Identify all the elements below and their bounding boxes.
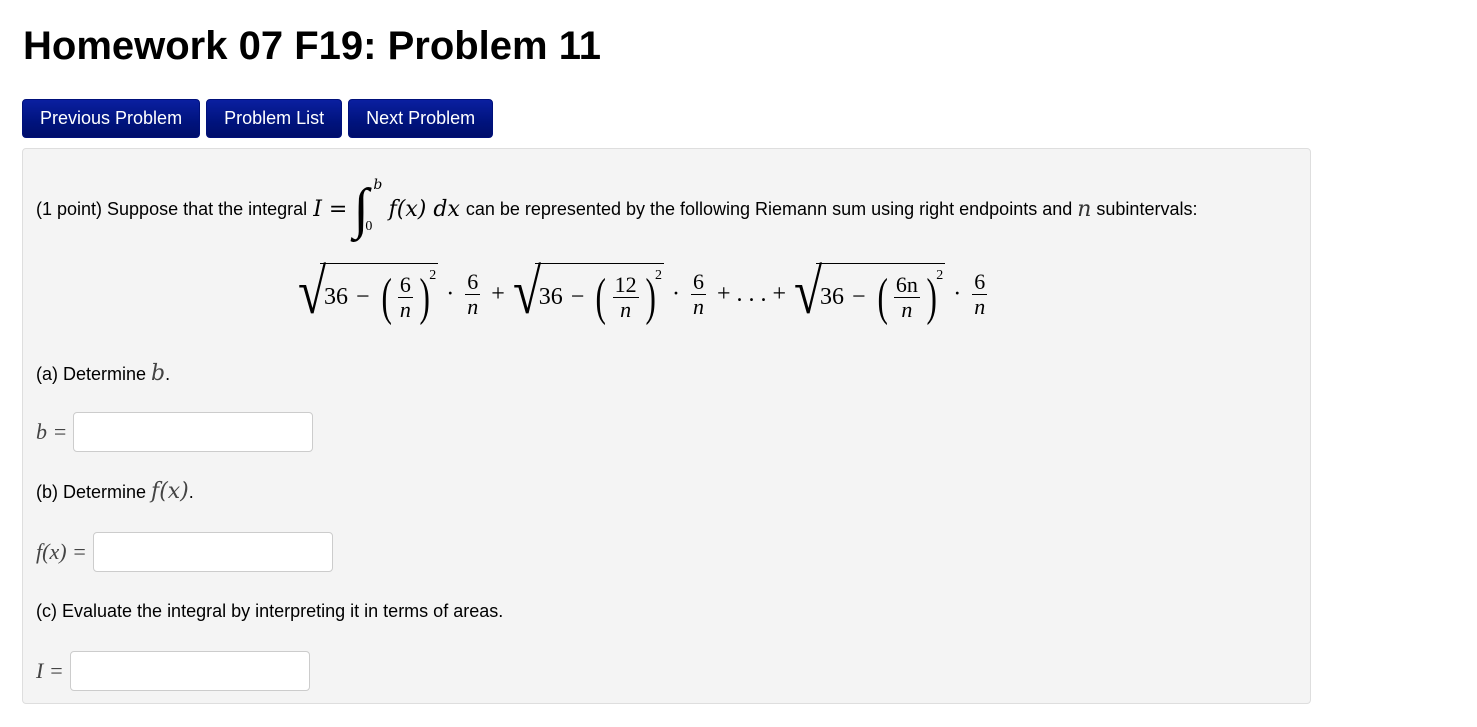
page-title: Homework 07 F19: Problem 11	[23, 24, 602, 68]
part-a-prompt: (a) Determine b.	[36, 361, 170, 386]
integral-upper-limit: b	[373, 177, 383, 193]
intro-middle: can be represented by the following Riem…	[465, 198, 1073, 219]
part-a-answer-row: b =	[36, 412, 314, 452]
fraction: 6 n	[397, 272, 413, 322]
numerator: 6n	[893, 272, 920, 298]
right-paren: )	[419, 268, 430, 326]
problem-navigation: Previous Problem Problem List Next Probl…	[22, 99, 494, 138]
square-root-icon: √	[794, 255, 823, 327]
denominator: n	[974, 293, 986, 319]
exponent: 2	[936, 267, 944, 283]
term-constant: 36	[820, 284, 845, 310]
denominator: n	[399, 297, 411, 322]
delta-x-fraction: 6 n	[690, 268, 706, 319]
dot-operator: ·	[953, 280, 962, 307]
riemann-term-n: √ 36 − ( 6n n ) 2	[794, 256, 946, 326]
ellipsis: + . . . +	[716, 280, 787, 307]
left-paren: (	[381, 268, 392, 326]
numerator: 6	[465, 268, 481, 295]
minus-sign: −	[356, 284, 370, 310]
part-c-answer-row: I =	[36, 651, 310, 691]
right-paren: )	[926, 268, 937, 326]
part-a-variable: b	[151, 361, 166, 386]
integral-lower-limit: 0	[365, 219, 373, 234]
plus-sign: +	[491, 280, 505, 307]
dot-operator: ·	[446, 280, 455, 307]
denominator: n	[620, 297, 632, 322]
part-b-label: (b) Determine	[36, 482, 147, 502]
fraction: 6n n	[893, 272, 920, 322]
term-constant: 36	[538, 284, 563, 310]
term-constant: 36	[324, 284, 348, 310]
delta-x-fraction: 6 n	[465, 268, 481, 319]
problem-statement: (1 point) Suppose that the integral I = …	[36, 177, 1198, 239]
part-a-answer-label: b =	[36, 419, 68, 444]
part-b-answer-row: f(x) =	[36, 532, 333, 572]
previous-problem-button[interactable]: Previous Problem	[22, 99, 201, 138]
intro-prefix: (1 point) Suppose that the integral	[36, 198, 308, 219]
dot-operator: ·	[671, 280, 680, 307]
problem-panel: (1 point) Suppose that the integral I = …	[22, 148, 1311, 704]
left-paren: (	[595, 268, 607, 326]
problem-list-button[interactable]: Problem List	[206, 99, 343, 138]
n-symbol: n	[1077, 196, 1092, 222]
denominator: n	[467, 293, 479, 319]
part-b-prompt: (b) Determine f(x).	[36, 479, 194, 504]
exponent: 2	[429, 267, 437, 283]
minus-sign: −	[570, 284, 585, 310]
riemann-term-1: √ 36 − ( 6 n ) 2	[298, 256, 439, 326]
denominator: n	[692, 293, 704, 319]
square-root-icon: √	[512, 255, 541, 327]
right-paren: )	[645, 268, 656, 326]
b-answer-input[interactable]	[73, 412, 314, 452]
numerator: 12	[612, 272, 639, 298]
period: .	[165, 364, 171, 384]
part-a-label: (a) Determine	[36, 364, 147, 384]
numerator: 6	[397, 272, 413, 298]
delta-x-fraction: 6 n	[972, 268, 988, 319]
part-c-label: (c) Evaluate the integral by interpretin…	[36, 601, 504, 621]
period: .	[188, 482, 194, 502]
integrand: f(x) dx	[388, 196, 460, 222]
part-c-prompt: (c) Evaluate the integral by interpretin…	[36, 601, 503, 622]
left-paren: (	[877, 268, 888, 326]
square-root-icon: √	[298, 255, 327, 327]
riemann-sum: √ 36 − ( 6 n ) 2 · 6 n + √ 36 − (12 n)…	[298, 249, 990, 339]
minus-sign: −	[852, 284, 866, 310]
integral-lhs: I =	[313, 196, 348, 222]
exponent: 2	[654, 267, 662, 283]
part-b-answer-label: f(x) =	[36, 539, 87, 564]
part-b-variable: f(x)	[151, 479, 189, 504]
intro-suffix: subintervals:	[1096, 198, 1198, 219]
fraction: 12 n	[612, 272, 639, 322]
numerator: 6	[972, 268, 988, 295]
numerator: 6	[690, 268, 706, 295]
integral-expression: ∫ b 0	[353, 177, 382, 239]
integral-answer-input[interactable]	[69, 651, 310, 691]
fx-answer-input[interactable]	[92, 532, 333, 572]
next-problem-button[interactable]: Next Problem	[348, 99, 494, 138]
riemann-term-2: √ 36 − ( 12 n ) 2	[513, 256, 664, 326]
denominator: n	[901, 297, 913, 322]
part-c-answer-label: I =	[36, 658, 64, 683]
